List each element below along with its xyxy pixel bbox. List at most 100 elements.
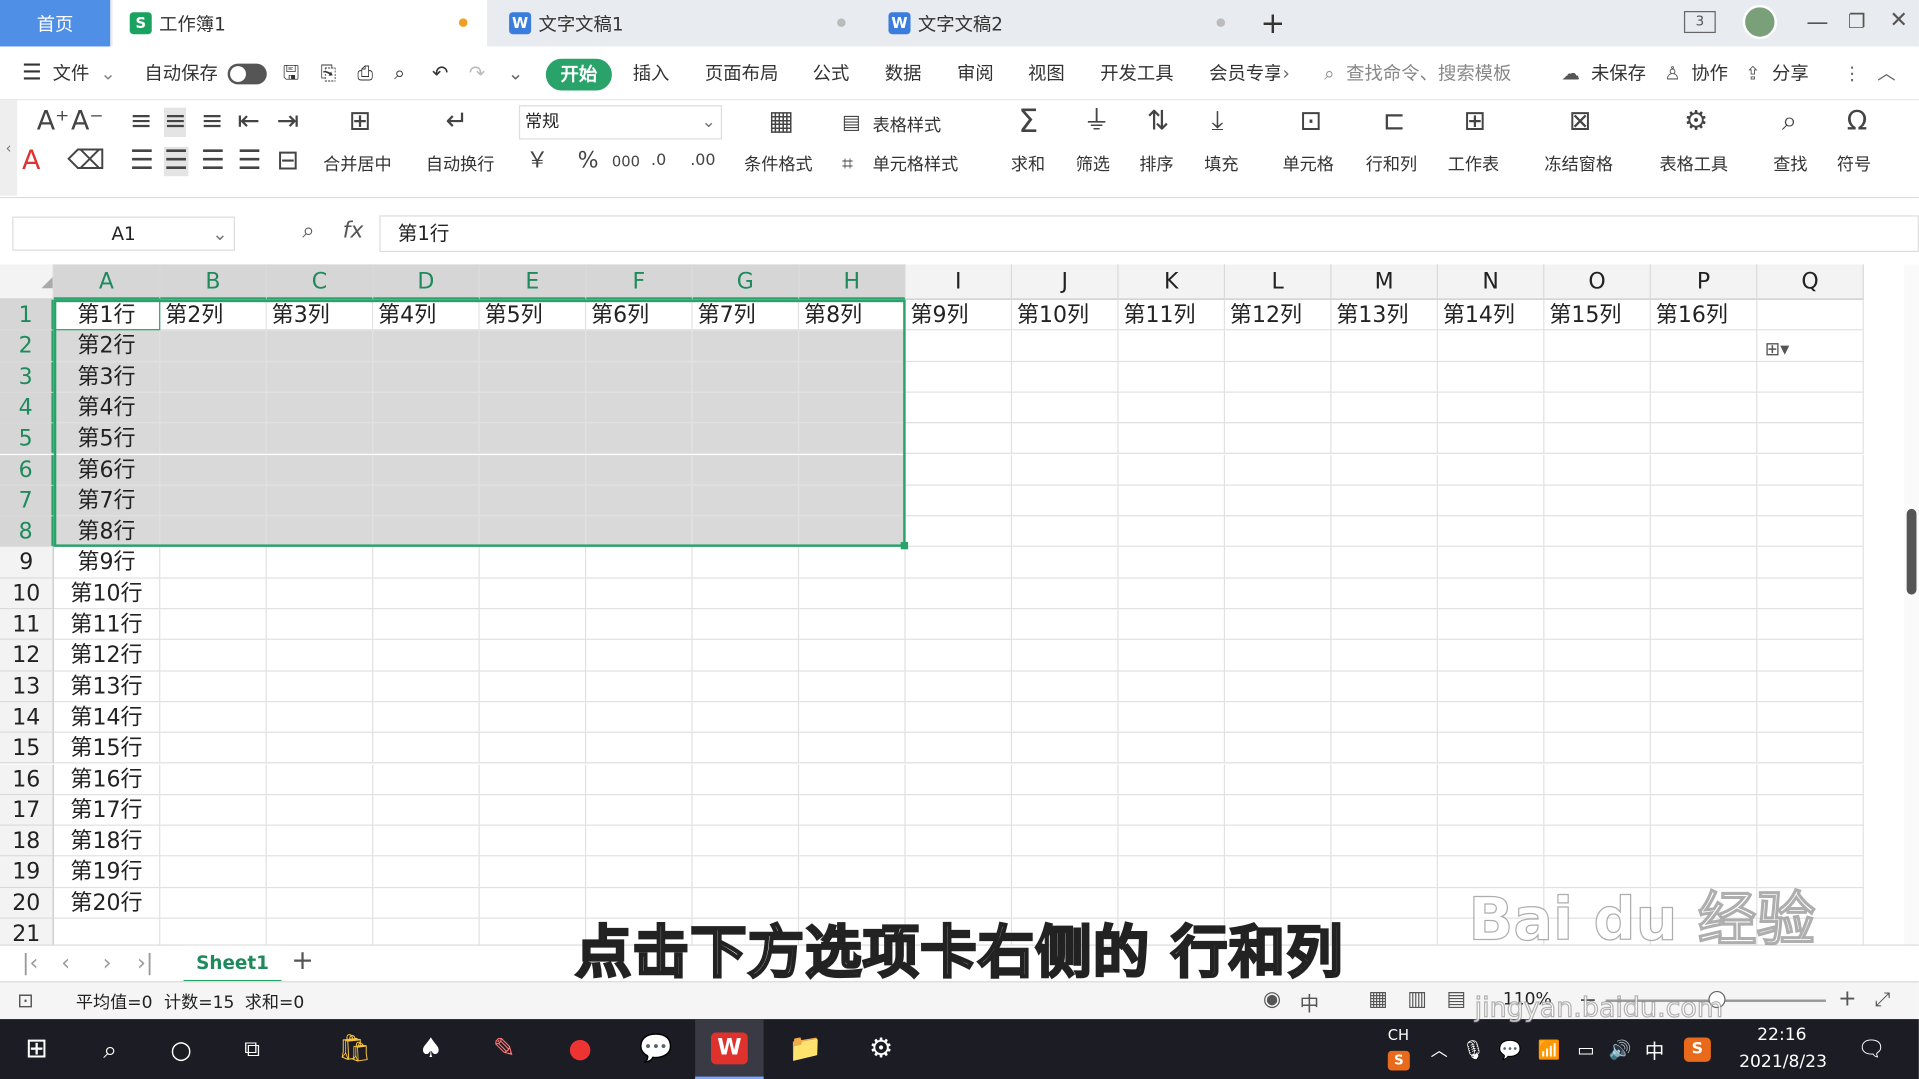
cell[interactable]: 第8行 [53,516,161,548]
cell[interactable] [1331,392,1438,424]
column-header-h[interactable]: H [799,264,906,300]
indent-decrease-icon[interactable]: ⇤ [237,107,260,137]
cell[interactable] [1118,609,1226,641]
cell[interactable] [905,671,1013,703]
cell[interactable] [586,330,693,362]
row-header[interactable]: 9 [0,547,54,579]
cell[interactable] [1118,640,1226,672]
settings-gear-icon[interactable]: ⚙ [854,1019,908,1079]
cell[interactable] [692,856,800,888]
macro-icon[interactable]: ⊡ [17,989,33,1012]
cell[interactable] [1118,794,1226,826]
cell[interactable] [373,578,480,610]
cell[interactable]: 第3列 [266,299,374,331]
cell[interactable] [479,361,587,393]
cell[interactable] [1437,361,1545,393]
cell[interactable] [266,578,374,610]
row-header[interactable]: 8 [0,516,54,548]
cell[interactable] [1012,516,1119,548]
column-header-d[interactable]: D [373,264,480,300]
cell[interactable] [1650,702,1758,734]
cell[interactable] [479,392,587,424]
cell[interactable] [160,640,267,672]
cell[interactable] [1650,609,1758,641]
volume-icon[interactable]: 🔊 [1606,1019,1635,1079]
cell[interactable] [479,640,587,672]
tab-developer[interactable]: 开发工具 [1100,46,1173,100]
cell[interactable] [373,454,480,486]
cell[interactable] [1118,423,1226,455]
cell[interactable] [799,856,906,888]
cell[interactable] [1544,794,1651,826]
cell[interactable] [1225,671,1332,703]
cell[interactable] [799,361,906,393]
cell[interactable] [266,640,374,672]
cell[interactable] [1331,361,1438,393]
cell[interactable] [160,516,267,548]
cell[interactable] [160,485,267,517]
cell[interactable] [1012,856,1119,888]
cell[interactable] [479,547,587,579]
cell[interactable] [160,609,267,641]
cell[interactable] [373,794,480,826]
cell[interactable] [160,423,267,455]
cell[interactable] [1331,702,1438,734]
cell[interactable] [160,547,267,579]
cell[interactable] [586,702,693,734]
cell[interactable] [1225,764,1332,795]
cell[interactable] [586,454,693,486]
column-header-o[interactable]: O [1544,264,1651,300]
cell[interactable] [1331,578,1438,610]
cell[interactable] [266,671,374,703]
cell[interactable] [373,609,480,641]
cell[interactable] [266,361,374,393]
decimal-decrease-icon[interactable]: .00 [690,147,715,176]
cell[interactable]: 第2列 [160,299,267,331]
cell[interactable] [1757,825,1864,857]
cell[interactable] [160,702,267,734]
cell[interactable] [1225,702,1332,734]
cell[interactable] [1118,392,1226,424]
cell[interactable] [266,547,374,579]
user-avatar[interactable] [1742,4,1777,40]
cell[interactable] [799,454,906,486]
cell[interactable] [905,547,1013,579]
cell[interactable] [1225,547,1332,579]
cell[interactable] [1437,794,1545,826]
align-right-icon[interactable]: ☰ [201,146,225,176]
cell[interactable] [1118,702,1226,734]
normal-view-icon[interactable]: ▦ [1368,987,1388,1011]
font-shrink-icon[interactable]: A⁻ [71,107,104,137]
cell[interactable] [1544,485,1651,517]
cell[interactable] [373,702,480,734]
decimal-increase-icon[interactable]: .0 [651,147,666,176]
cell[interactable] [373,640,480,672]
minimize-icon[interactable]: — [1806,10,1828,36]
eraser-icon[interactable]: ⌫ [67,146,105,176]
cell[interactable] [1544,609,1651,641]
zoom-in-icon[interactable]: + [1838,986,1856,1012]
cell[interactable] [799,392,906,424]
cell[interactable] [1650,454,1758,486]
cell[interactable]: 第7列 [692,299,800,331]
cell[interactable] [1544,578,1651,610]
column-header-a[interactable]: A [53,264,161,300]
cell[interactable] [799,702,906,734]
cell[interactable] [373,671,480,703]
cell[interactable] [1650,825,1758,857]
cell[interactable] [586,764,693,795]
cell[interactable] [692,825,800,857]
cell[interactable]: 第9行 [53,547,161,579]
fullscreen-icon[interactable]: ⤢ [1875,987,1891,1011]
font-grow-icon[interactable]: A⁺ [37,107,70,137]
row-header[interactable]: 19 [0,856,54,888]
cell[interactable] [799,423,906,455]
cell[interactable]: 第14列 [1437,299,1545,331]
cell[interactable] [1650,392,1758,424]
cell[interactable] [1118,516,1226,548]
cell[interactable] [692,454,800,486]
cell[interactable] [1757,361,1864,393]
clock-date[interactable]: 2021/8/23 [1728,1052,1838,1072]
tab-view[interactable]: 视图 [1028,46,1065,100]
cell[interactable] [1757,733,1864,764]
